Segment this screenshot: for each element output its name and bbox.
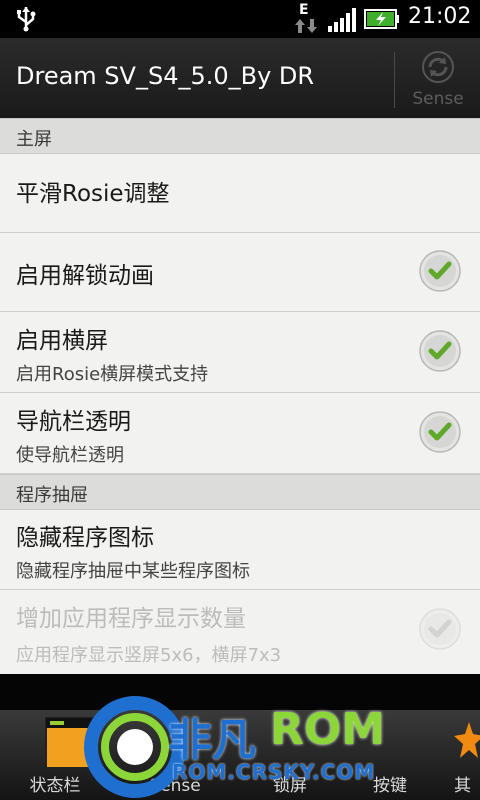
status-bar: E 21:02	[0, 0, 480, 38]
settings-list: 主屏 平滑Rosie调整 启用解锁动画 启用横屏 启用Rosie横屏模式支持 导…	[0, 118, 480, 674]
setting-navbar-transparent[interactable]: 导航栏透明 使导航栏透明	[0, 392, 480, 474]
setting-subtitle: 隐藏程序抽屉中某些程序图标	[16, 561, 250, 582]
setting-increase-app-count[interactable]: 增加应用程序显示数量 应用程序显示竖屏5x6，横屏7x3	[0, 589, 480, 673]
section-title: 程序抽屉	[16, 485, 88, 506]
status-time: 21:02	[408, 4, 472, 29]
setting-title: 增加应用程序显示数量	[16, 606, 246, 632]
app-header: Dream SV_S4_5.0_By DR Sense	[0, 38, 480, 120]
setting-subtitle: 应用程序显示竖屏5x6，横屏7x3	[16, 645, 282, 666]
setting-title: 平滑Rosie调整	[16, 181, 170, 207]
checkbox-checked-icon[interactable]	[418, 410, 462, 454]
signal-strength-icon	[328, 8, 356, 32]
section-header-home: 主屏	[0, 118, 480, 154]
watermark-logo: 非凡 ROM ROM.CRSKY.COM	[80, 694, 420, 800]
setting-title: 导航栏透明	[16, 409, 131, 435]
setting-smooth-rosie[interactable]: 平滑Rosie调整	[0, 152, 480, 233]
other-tab-icon	[454, 722, 480, 758]
setting-title: 启用解锁动画	[16, 263, 154, 289]
setting-subtitle: 使导航栏透明	[16, 445, 124, 466]
setting-landscape[interactable]: 启用横屏 启用Rosie横屏模式支持	[0, 311, 480, 393]
watermark-url: ROM.CRSKY.COM	[172, 760, 376, 784]
watermark-brand-a: 非凡	[168, 715, 256, 766]
header-divider	[394, 52, 395, 108]
checkbox-checked-icon[interactable]	[418, 249, 462, 293]
network-type-label: E	[299, 2, 309, 18]
sense-label: Sense	[412, 89, 464, 109]
section-title: 主屏	[16, 129, 52, 150]
usb-icon	[17, 7, 36, 32]
section-header-app-drawer: 程序抽屉	[0, 474, 480, 510]
setting-subtitle: 启用Rosie横屏模式支持	[16, 364, 209, 385]
sense-button[interactable]: Sense	[400, 46, 476, 112]
data-network-icon: E	[292, 2, 318, 36]
setting-title: 隐藏程序图标	[16, 525, 154, 551]
setting-hide-app-icons[interactable]: 隐藏程序图标 隐藏程序抽屉中某些程序图标	[0, 508, 480, 590]
page-title: Dream SV_S4_5.0_By DR	[16, 62, 315, 90]
setting-unlock-animation[interactable]: 启用解锁动画	[0, 232, 480, 312]
checkbox-checked-icon[interactable]	[418, 329, 462, 373]
tab-label: 其	[454, 776, 471, 796]
refresh-icon	[422, 51, 454, 83]
setting-title: 启用横屏	[16, 328, 108, 354]
tab-other[interactable]: 其	[440, 710, 480, 800]
watermark-brand-b: ROM	[270, 704, 386, 755]
checkbox-checked-disabled-icon[interactable]	[418, 607, 462, 651]
battery-charging-icon	[364, 9, 399, 29]
